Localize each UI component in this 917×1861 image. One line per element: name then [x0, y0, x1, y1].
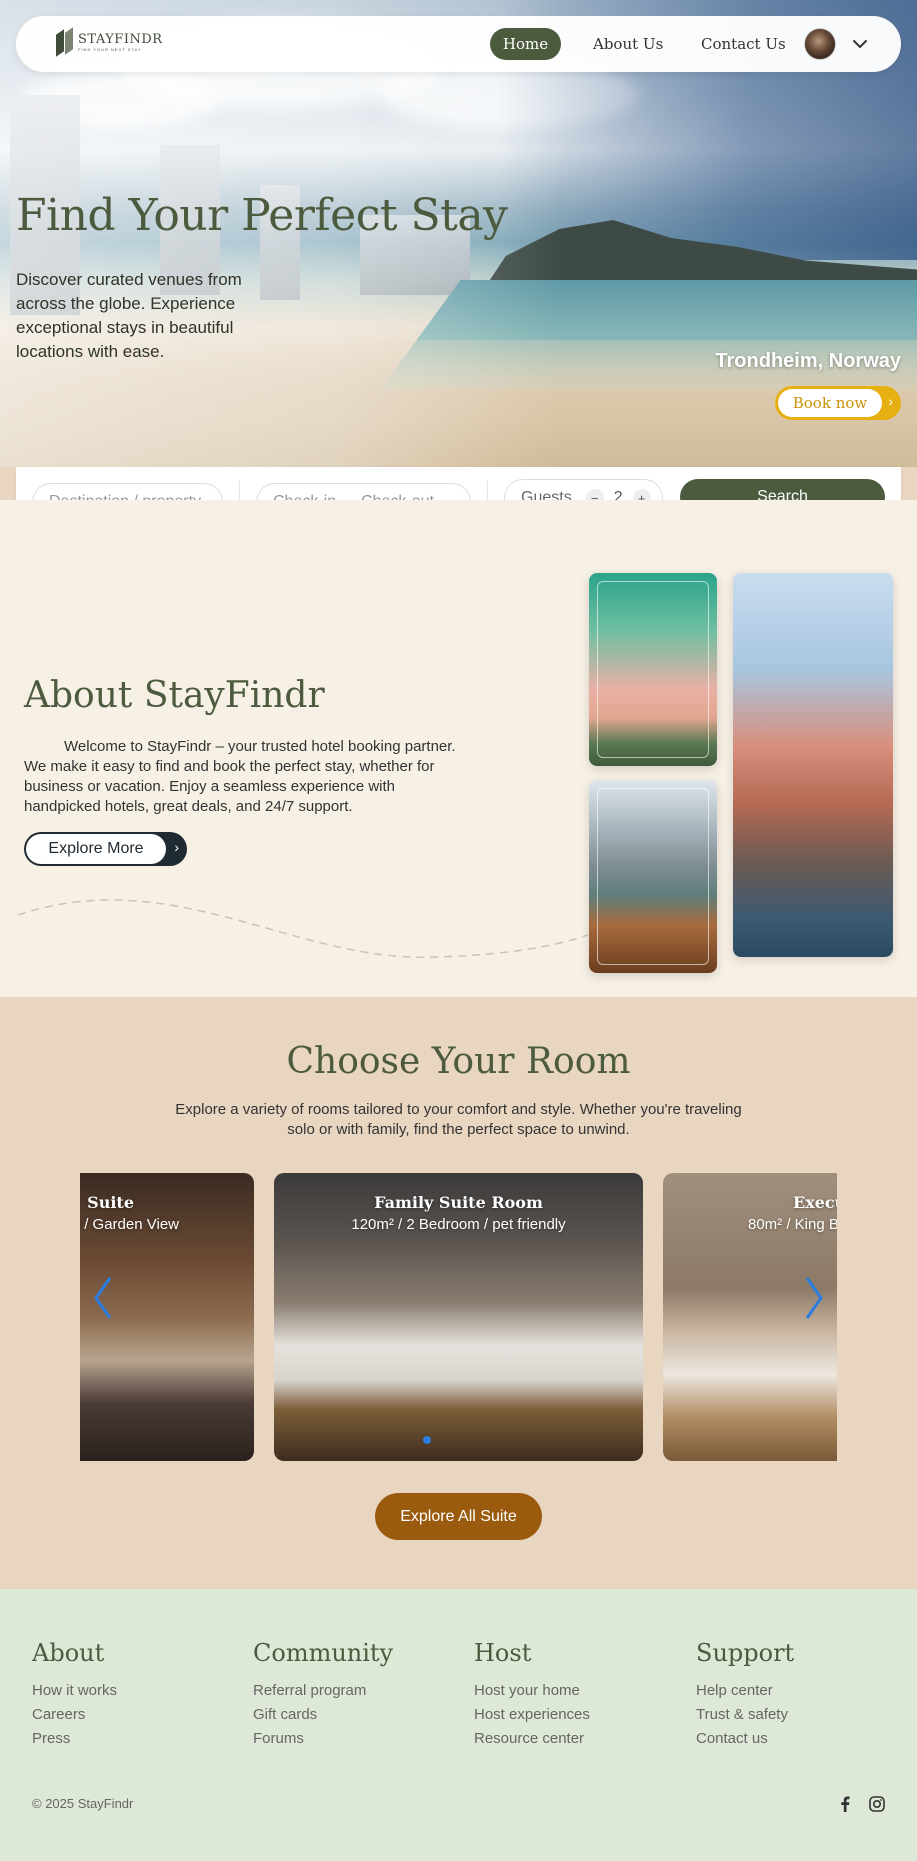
footer-heading: Support	[696, 1639, 795, 1667]
about-title: About StayFindr	[24, 675, 325, 716]
footer-link[interactable]: Referral program	[253, 1679, 393, 1703]
chevron-right-icon[interactable]	[799, 1273, 829, 1323]
logo[interactable]: STAYFINDR FIND YOUR NEXT STAY	[56, 27, 163, 57]
logo-tagline: FIND YOUR NEXT STAY	[78, 47, 142, 52]
footer: About How it works Careers Press Communi…	[0, 1589, 917, 1861]
footer-link[interactable]: Help center	[696, 1679, 794, 1703]
hero-subtitle: Discover curated venues from across the …	[16, 270, 242, 361]
footer-link[interactable]: Forums	[253, 1727, 393, 1751]
rooms-section: Choose Your Room Explore a variety of ro…	[0, 997, 917, 1589]
copyright: © 2025 StayFindr	[32, 1796, 134, 1811]
rooms-subtitle: Explore a variety of rooms tailored to y…	[175, 1101, 742, 1138]
nav-home[interactable]: Home	[490, 28, 561, 60]
decorative-wave	[18, 899, 588, 958]
room-desc: 120m² / 2 Bedroom / pet friendly	[351, 1216, 566, 1233]
footer-link[interactable]: Press	[32, 1727, 117, 1751]
nav-contact[interactable]: Contact Us	[701, 28, 786, 60]
logo-mark-icon	[56, 27, 74, 57]
room-card[interactable]: Family Suite Room 120m² / 2 Bedroom / pe…	[274, 1173, 643, 1461]
footer-heading: Host	[474, 1639, 532, 1667]
footer-link[interactable]: Careers	[32, 1703, 117, 1727]
gallery-image-balloons[interactable]	[589, 573, 717, 766]
rooms-title: Choose Your Room	[286, 1041, 631, 1082]
room-desc: 80m² / King B	[748, 1216, 837, 1233]
chevron-down-icon[interactable]	[846, 30, 874, 58]
location-label: Trondheim, Norway	[715, 350, 901, 372]
book-now-button[interactable]: Book now ›	[775, 386, 901, 420]
footer-link[interactable]: Contact us	[696, 1727, 794, 1751]
logo-name: STAYFINDR	[78, 32, 163, 47]
explore-more-button[interactable]: Explore More ›	[24, 832, 187, 866]
instagram-icon[interactable]	[867, 1794, 887, 1814]
explore-all-suite-button[interactable]: Explore All Suite	[375, 1493, 542, 1540]
explore-more-label: Explore More	[26, 834, 166, 864]
facebook-icon[interactable]	[835, 1794, 855, 1814]
gallery-image-cliff-town[interactable]	[733, 573, 893, 957]
footer-link[interactable]: Host your home	[474, 1679, 590, 1703]
book-now-label: Book now	[778, 389, 882, 417]
footer-link[interactable]: Gift cards	[253, 1703, 393, 1727]
hero-title: Find Your Perfect Stay	[16, 190, 508, 241]
footer-heading: Community	[253, 1639, 394, 1667]
about-section: About StayFindr Welcome to StayFindr – y…	[0, 500, 917, 997]
chevron-left-icon[interactable]	[88, 1273, 118, 1323]
avatar[interactable]	[804, 28, 836, 60]
room-desc: d / Garden View	[80, 1216, 179, 1233]
room-title: Family Suite Room	[374, 1193, 543, 1212]
footer-heading: About	[32, 1639, 105, 1667]
top-navbar: STAYFINDR FIND YOUR NEXT STAY Home About…	[16, 16, 901, 72]
footer-column-about: About How it works Careers Press	[32, 1639, 117, 1751]
footer-link[interactable]: Resource center	[474, 1727, 590, 1751]
nav-about[interactable]: About Us	[593, 28, 663, 60]
footer-link[interactable]: Trust & safety	[696, 1703, 794, 1727]
footer-column-host: Host Host your home Host experiences Res…	[474, 1639, 590, 1751]
footer-column-community: Community Referral program Gift cards Fo…	[253, 1639, 393, 1751]
room-title: Execu	[793, 1193, 837, 1212]
footer-column-support: Support Help center Trust & safety Conta…	[696, 1639, 794, 1751]
chevron-right-icon: ›	[174, 839, 179, 855]
room-carousel: Suite d / Garden View Family Suite Room …	[80, 1173, 837, 1461]
about-text: Welcome to StayFindr – your trusted hote…	[24, 738, 456, 815]
footer-link[interactable]: How it works	[32, 1679, 117, 1703]
chevron-right-icon: ›	[888, 393, 893, 409]
gallery-image-lake-boat[interactable]	[589, 780, 717, 973]
carousel-dot[interactable]	[423, 1436, 431, 1444]
footer-link[interactable]: Host experiences	[474, 1703, 590, 1727]
room-title: Suite	[87, 1193, 134, 1212]
